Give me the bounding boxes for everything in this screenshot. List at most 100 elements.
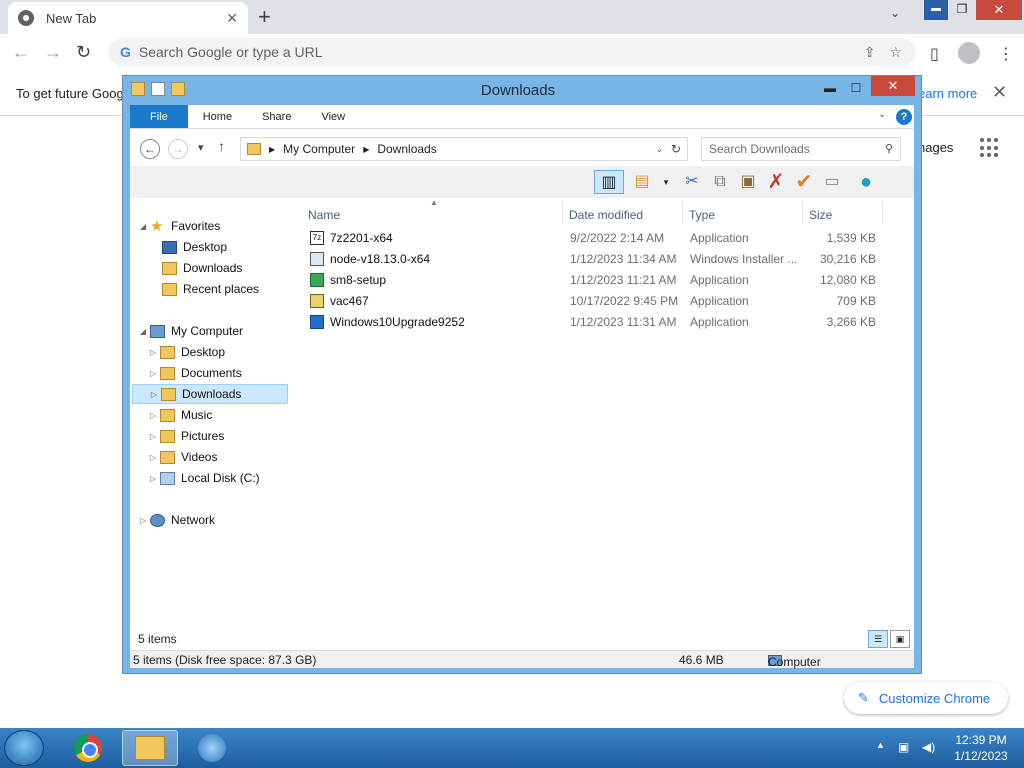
back-arrow-icon[interactable]: ← (12, 42, 30, 63)
nav-pc-pictures[interactable]: ▷ Pictures (148, 426, 224, 446)
tab-view[interactable]: View (306, 105, 360, 128)
address-dropdown-icon[interactable]: ⌄ (655, 144, 663, 155)
refresh-icon[interactable]: ↻ (671, 142, 681, 156)
collapse-triangle-icon[interactable]: ◢ (138, 327, 148, 336)
search-downloads-input[interactable]: Search Downloads ⚲ (701, 137, 901, 161)
file-name: 7z2201-x64 (330, 231, 393, 245)
infobar-close-icon[interactable]: ✕ (992, 82, 1007, 103)
chrome-toolbar: ← → ↻ G Search Google or type a URL ⇪ ☆ … (0, 34, 1024, 70)
expand-triangle-icon[interactable]: ▷ (138, 516, 148, 525)
expand-triangle-icon[interactable]: ▷ (148, 411, 158, 420)
omnibox-placeholder[interactable]: Search Google or type a URL (139, 44, 864, 60)
copy-icon[interactable]: ⧉ (708, 170, 732, 194)
breadcrumb-separator-icon[interactable]: ▶ (363, 145, 369, 154)
expand-ribbon-chevron-icon[interactable]: ⌄ (878, 109, 886, 120)
tab-search-chevron-icon[interactable]: ⌄ (890, 6, 900, 20)
file-row[interactable]: Windows10Upgrade9252 1/12/2023 11:31 AM … (302, 312, 892, 332)
forward-arrow-icon[interactable]: → (44, 42, 62, 63)
nav-my-computer[interactable]: ◢ My Computer (138, 321, 243, 341)
browser-close-button[interactable]: ✕ (976, 0, 1022, 20)
breadcrumb-downloads[interactable]: Downloads (377, 142, 436, 156)
nav-network[interactable]: ▷ Network (138, 510, 215, 530)
browser-minimize-button[interactable]: ▬ (924, 0, 948, 20)
expand-triangle-icon[interactable]: ▷ (148, 369, 158, 378)
nav-favorites[interactable]: ◢ ★ Favorites (138, 216, 220, 236)
show-hidden-icons-icon[interactable]: ▲ (876, 740, 885, 750)
large-icons-view-icon[interactable]: ▣ (890, 630, 910, 648)
shell-globe-icon[interactable]: ● (854, 170, 878, 194)
details-view-icon[interactable]: ☰ (868, 630, 888, 648)
expand-triangle-icon[interactable]: ▷ (149, 390, 159, 399)
taskbar-explorer-button[interactable] (122, 730, 178, 766)
tab-close-icon[interactable]: ✕ (226, 10, 238, 27)
volume-icon[interactable]: ◀) (922, 740, 935, 754)
breadcrumb-my-computer[interactable]: My Computer (283, 142, 355, 156)
explorer-maximize-button[interactable]: ☐ (845, 78, 867, 98)
column-type[interactable]: Type (689, 208, 715, 222)
share-icon[interactable]: ⇪ (864, 44, 876, 61)
expand-triangle-icon[interactable]: ▷ (148, 474, 158, 483)
file-row[interactable]: 7z 7z2201-x64 9/2/2022 2:14 AM Applicati… (302, 228, 892, 248)
tab-file[interactable]: File (130, 105, 188, 128)
menu-kebab-icon[interactable]: ⋮ (998, 44, 1014, 64)
up-arrow-icon[interactable]: ↑ (218, 138, 225, 154)
tab-share[interactable]: Share (247, 105, 306, 128)
forward-circle-icon[interactable]: → (168, 139, 188, 159)
nav-pc-downloads[interactable]: ▷ Downloads (132, 384, 288, 404)
images-link[interactable]: nages (918, 140, 953, 155)
file-row[interactable]: vac467 10/17/2022 9:45 PM Application 70… (302, 291, 892, 311)
nav-pc-documents[interactable]: ▷ Documents (148, 363, 242, 383)
taskbar-clock[interactable]: 12:39 PM 1/12/2023 (950, 732, 1012, 764)
expand-triangle-icon[interactable]: ▷ (148, 348, 158, 357)
column-size[interactable]: Size (809, 208, 832, 222)
recent-locations-chevron-icon[interactable]: ▾ (198, 141, 204, 154)
search-icon[interactable]: ⚲ (885, 138, 893, 160)
back-circle-icon[interactable]: ← (140, 139, 160, 159)
column-date-modified[interactable]: Date modified (569, 208, 643, 222)
explorer-titlebar[interactable]: Downloads ▬ ☐ ✕ (123, 76, 921, 104)
side-panel-icon[interactable]: ▯ (930, 44, 939, 64)
nav-fav-desktop[interactable]: Desktop (150, 237, 227, 257)
profile-avatar-icon[interactable] (958, 42, 980, 64)
start-button[interactable] (4, 730, 44, 766)
explorer-close-button[interactable]: ✕ (871, 76, 915, 96)
omnibox[interactable]: G Search Google or type a URL ⇪ ☆ (108, 38, 916, 66)
explorer-minimize-button[interactable]: ▬ (819, 78, 841, 98)
nav-pc-music[interactable]: ▷ Music (148, 405, 212, 425)
tab-new-tab[interactable]: New Tab ✕ (8, 2, 248, 34)
breadcrumb-separator-icon[interactable]: ▶ (269, 145, 275, 154)
expand-triangle-icon[interactable]: ▷ (148, 453, 158, 462)
nav-pc-desktop[interactable]: ▷ Desktop (148, 342, 225, 362)
browser-restore-button[interactable]: ❐ (950, 0, 974, 20)
new-tab-button[interactable]: + (258, 4, 271, 30)
nav-fav-recent[interactable]: Recent places (150, 279, 259, 299)
folder-icon (160, 408, 175, 422)
collapse-triangle-icon[interactable]: ◢ (138, 222, 148, 231)
network-tray-icon[interactable]: ▣ (898, 740, 909, 754)
delete-x-icon[interactable]: ✗ (764, 170, 788, 194)
column-name[interactable]: Name (308, 208, 340, 222)
paste-clipboard-icon[interactable]: ▣ (736, 170, 760, 194)
cut-scissors-icon[interactable]: ✂ (680, 170, 704, 194)
reload-icon[interactable]: ↻ (76, 42, 91, 63)
check-icon[interactable]: ✔ (792, 170, 816, 194)
file-row[interactable]: node-v18.13.0-x64 1/12/2023 11:34 AM Win… (302, 249, 892, 269)
learn-more-link[interactable]: earn more (918, 86, 977, 101)
folder-options-icon[interactable]: ▤ (630, 170, 654, 194)
nav-pc-local-disk[interactable]: ▷ Local Disk (C:) (148, 468, 260, 488)
google-apps-icon[interactable] (980, 138, 1000, 158)
bookmark-star-icon[interactable]: ☆ (889, 44, 902, 61)
preview-pane-icon[interactable]: ▥ (594, 170, 624, 194)
file-row[interactable]: sm8-setup 1/12/2023 11:21 AM Application… (302, 270, 892, 290)
address-bar[interactable]: ▶ My Computer ▶ Downloads ⌄ ↻ (240, 137, 688, 161)
expand-triangle-icon[interactable]: ▷ (148, 432, 158, 441)
help-icon[interactable]: ? (896, 109, 912, 125)
taskbar-chrome-button[interactable] (60, 730, 116, 766)
tab-home[interactable]: Home (188, 105, 247, 128)
options-dropdown-icon[interactable]: ▾ (654, 170, 678, 194)
nav-fav-downloads[interactable]: Downloads (150, 258, 242, 278)
taskbar-windows-update-button[interactable] (184, 730, 240, 766)
customize-chrome-button[interactable]: ✎ Customize Chrome (844, 682, 1008, 714)
rename-icon[interactable]: ▭ (820, 170, 844, 194)
nav-pc-videos[interactable]: ▷ Videos (148, 447, 218, 467)
